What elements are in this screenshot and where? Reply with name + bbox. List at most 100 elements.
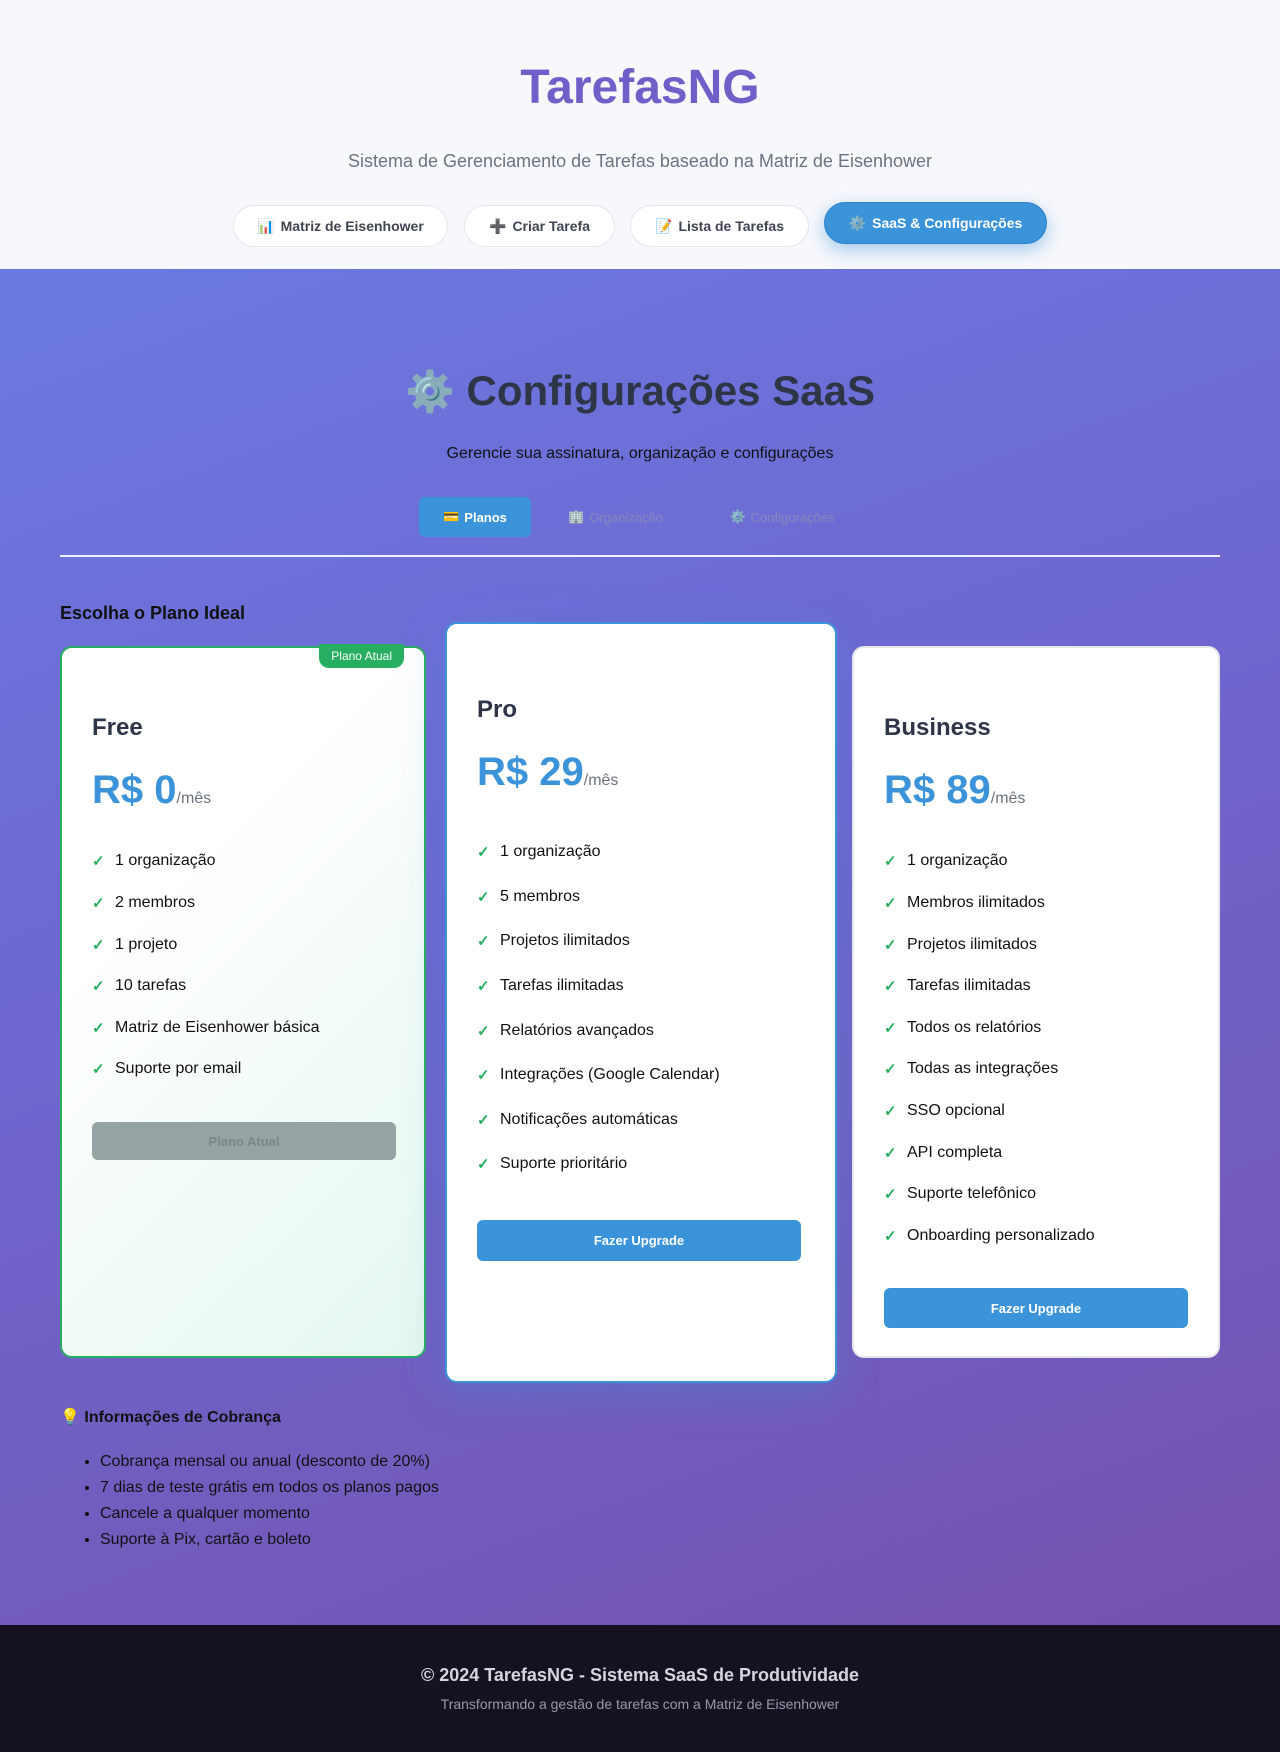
plan-name: Business [884,714,991,741]
plan-card-pro: Pro R$ 29/mês ✓ 1 organização ✓ 5 membros … [445,622,837,1383]
price-period: /mês [990,790,1026,807]
billing-list: Cobrança mensal ou anual (desconto de 20… [100,1449,439,1553]
check-icon: ✓ [92,895,105,912]
feature-label: Suporte telefônico [907,1185,1036,1202]
gear-icon: ⚙️ [405,370,455,414]
feature-item: ✓ Suporte por email [92,1060,241,1078]
check-icon: ✓ [477,1023,490,1040]
price-period: /mês [583,772,619,789]
feature-label: Relatórios avançados [500,1022,654,1039]
feature-item: ✓ Tarefas ilimitadas [884,977,1031,995]
feature-label: Integrações (Google Calendar) [500,1066,720,1083]
tab-organizacao[interactable]: 🏢 Organização [548,497,683,537]
check-icon: ✓ [884,1061,897,1078]
lightbulb-icon: 💡 [60,1409,80,1426]
page-title: ⚙️ Configurações SaaS [0,367,1280,415]
feature-item: ✓ 1 organização [477,843,601,861]
tab-configuracoes[interactable]: ⚙️ Configurações [712,497,852,537]
upgrade-pro-button[interactable]: Fazer Upgrade [477,1220,801,1261]
check-icon: ✓ [884,1103,897,1120]
tab-planos[interactable]: 💳 Planos [419,497,531,537]
plan-price: R$ 0/mês [92,768,211,813]
check-icon: ✓ [92,1020,105,1037]
feature-label: API completa [907,1144,1003,1161]
check-icon: ✓ [884,895,897,912]
check-icon: ✓ [92,937,105,954]
feature-label: Suporte por email [115,1060,242,1077]
list-item: Cobrança mensal ou anual (desconto de 20… [100,1449,439,1475]
billing-title: 💡 Informações de Cobrança [60,1407,281,1427]
page-subtitle: Gerencie sua assinatura, organização e c… [446,445,834,462]
feature-item: ✓ SSO opcional [884,1102,1005,1120]
plan-name: Free [92,714,143,741]
price-period: /mês [176,790,212,807]
list-item: Suporte à Pix, cartão e boleto [100,1527,439,1553]
feature-label: SSO opcional [907,1102,1005,1119]
feature-item: ✓ Projetos ilimitados [477,932,630,950]
section-title: Escolha o Plano Ideal [60,603,246,623]
check-icon: ✓ [477,1112,490,1129]
feature-label: Projetos ilimitados [500,932,630,949]
nav-saas-button[interactable]: ⚙️ SaaS & Configurações [824,202,1047,244]
feature-item: ✓ Notificações automáticas [477,1111,678,1129]
brand-logo[interactable]: TarefasNG [0,60,1280,115]
tab-label: Organização [589,509,663,525]
upgrade-business-button[interactable]: Fazer Upgrade [884,1288,1188,1328]
check-icon: ✓ [477,1067,490,1084]
price-value: R$ 29 [477,750,584,794]
feature-label: 5 membros [500,888,581,905]
feature-item: ✓ 1 projeto [92,936,177,954]
plus-icon: ➕ [489,217,507,234]
chart-icon: 📊 [257,217,275,234]
nav-label: Lista de Tarefas [678,218,784,234]
feature-label: Tarefas ilimitadas [907,977,1031,994]
price-value: R$ 89 [884,768,991,812]
current-plan-button[interactable]: Plano Atual [92,1122,396,1160]
feature-label: 1 projeto [115,936,178,953]
feature-label: 1 organização [907,852,1008,869]
feature-item: ✓ Membros ilimitados [884,894,1045,912]
feature-label: Membros ilimitados [907,894,1045,911]
feature-label: Tarefas ilimitadas [500,977,624,994]
feature-item: ✓ Integrações (Google Calendar) [477,1066,720,1084]
feature-item: ✓ 1 organização [92,852,216,870]
feature-label: Projetos ilimitados [907,936,1037,953]
credit-card-icon: 💳 [443,509,460,524]
feature-label: Todas as integrações [907,1060,1059,1077]
nav-matriz-button[interactable]: 📊 Matriz de Eisenhower [233,205,448,247]
check-icon: ✓ [477,1156,490,1173]
footer: © 2024 TarefasNG - Sistema SaaS de Produ… [0,1625,1280,1752]
nav-label: SaaS & Configurações [872,215,1023,231]
feature-item: ✓ Suporte telefônico [884,1185,1036,1203]
check-icon: ✓ [884,978,897,995]
tab-label: Configurações [750,509,835,525]
page-title-text: Configurações SaaS [466,367,875,414]
feature-item: ✓ 2 membros [92,894,195,912]
feature-item: ✓ 1 organização [884,852,1008,870]
feature-label: Suporte prioritário [500,1155,628,1172]
check-icon: ✓ [477,844,490,861]
feature-item: ✓ Todas as integrações [884,1060,1058,1078]
plan-name: Pro [477,696,518,723]
check-icon: ✓ [92,853,105,870]
price-value: R$ 0 [92,768,177,812]
nav-criar-tarefa-button[interactable]: ➕ Criar Tarefa [464,205,615,247]
feature-label: Matriz de Eisenhower básica [115,1019,320,1036]
check-icon: ✓ [884,1020,897,1037]
feature-label: 1 organização [115,852,216,869]
check-icon: ✓ [92,1061,105,1078]
tagline: Sistema de Gerenciamento de Tarefas base… [348,151,932,171]
feature-item: ✓ Tarefas ilimitadas [477,977,624,995]
feature-item: ✓ Todos os relatórios [884,1019,1041,1037]
feature-item: ✓ Projetos ilimitados [884,936,1037,954]
tab-divider [60,555,1220,557]
current-plan-badge: Plano Atual [319,644,404,668]
nav-lista-tarefas-button[interactable]: 📝 Lista de Tarefas [630,205,809,247]
nav-label: Matriz de Eisenhower [280,218,424,234]
plan-card-business: Business R$ 89/mês ✓ 1 organização ✓ Membr… [852,646,1220,1358]
main-content: ⚙️ Configurações SaaS Gerencie sua assin… [0,269,1280,1625]
feature-label: Todos os relatórios [907,1019,1042,1036]
feature-label: Notificações automáticas [500,1111,678,1128]
check-icon: ✓ [477,978,490,995]
check-icon: ✓ [884,1186,897,1203]
